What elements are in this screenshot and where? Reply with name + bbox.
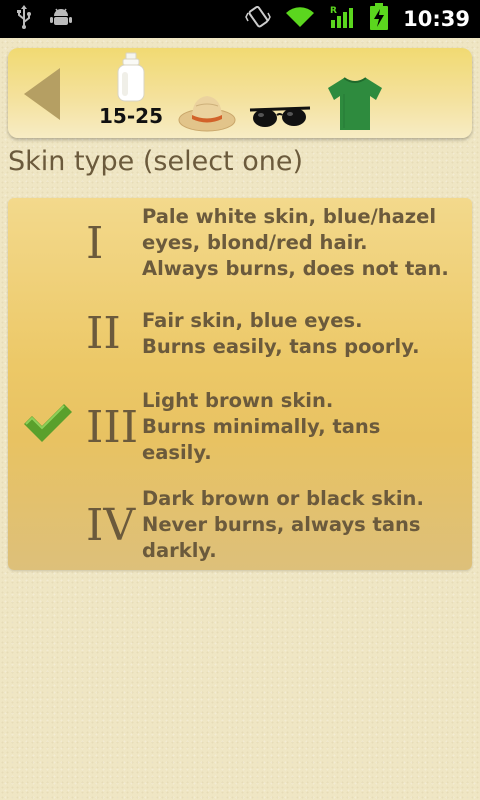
skin-type-list: I Pale white skin, blue/hazel eyes, blon… (8, 198, 472, 570)
skin-type-option-i[interactable]: I Pale white skin, blue/hazel eyes, blon… (8, 200, 472, 290)
battery-charging-icon (369, 3, 389, 35)
tshirt-icon (328, 77, 382, 130)
sunglasses-button[interactable] (248, 104, 312, 130)
tshirt-button[interactable] (326, 74, 384, 132)
status-bar: R 10:39 (0, 0, 480, 38)
section-heading: Skin type (select one) (8, 146, 303, 177)
skin-type-line: easily. (142, 441, 212, 464)
skin-type-numeral: IV (86, 500, 136, 551)
skin-type-line: Never burns, always tans (142, 513, 421, 536)
skin-type-option-iii[interactable]: III Light brown skin. Burns minimally, t… (8, 382, 472, 466)
wifi-icon (285, 5, 315, 33)
skin-type-line: eyes, blond/red hair. (142, 231, 368, 254)
skin-type-line: Pale white skin, blue/hazel (142, 205, 437, 228)
skin-type-description: Dark brown or black skin. Never burns, a… (142, 486, 464, 564)
skin-type-numeral: III (86, 402, 139, 453)
skin-type-numeral: I (86, 218, 104, 269)
skin-type-line: darkly. (142, 539, 217, 562)
skin-type-line: Light brown skin. (142, 389, 334, 412)
usb-icon (16, 5, 32, 33)
sunscreen-bottle-icon (117, 52, 145, 102)
skin-type-line: Fair skin, blue eyes. (142, 309, 363, 332)
signal-icon: R (329, 4, 355, 34)
vibrate-icon (245, 5, 271, 33)
hat-button[interactable] (176, 88, 238, 134)
clock: 10:39 (403, 7, 470, 31)
skin-type-line: Dark brown or black skin. (142, 487, 424, 510)
skin-type-option-ii[interactable]: II Fair skin, blue eyes. Burns easily, t… (8, 298, 472, 368)
toolbar: 15-25 (8, 48, 472, 138)
back-icon (24, 68, 60, 120)
skin-type-description: Light brown skin. Burns minimally, tans … (142, 388, 464, 466)
signal-roaming-badge: R (330, 6, 337, 16)
skin-type-numeral: II (86, 308, 121, 359)
skin-type-option-iv[interactable]: IV Dark brown or black skin. Never burns… (8, 480, 472, 566)
back-button[interactable] (22, 66, 68, 122)
selected-check-icon (24, 404, 72, 442)
skin-type-description: Fair skin, blue eyes. Burns easily, tans… (142, 308, 464, 360)
spf-label: 15-25 (99, 104, 163, 128)
skin-type-line: Always burns, does not tan. (142, 257, 449, 280)
skin-type-description: Pale white skin, blue/hazel eyes, blond/… (142, 204, 464, 282)
sunglasses-icon (249, 106, 311, 127)
android-debug-icon (50, 6, 72, 32)
sunscreen-button[interactable]: 15-25 (90, 52, 172, 134)
sun-hat-icon (178, 96, 236, 132)
skin-type-line: Burns minimally, tans (142, 415, 381, 438)
skin-type-line: Burns easily, tans poorly. (142, 335, 420, 358)
